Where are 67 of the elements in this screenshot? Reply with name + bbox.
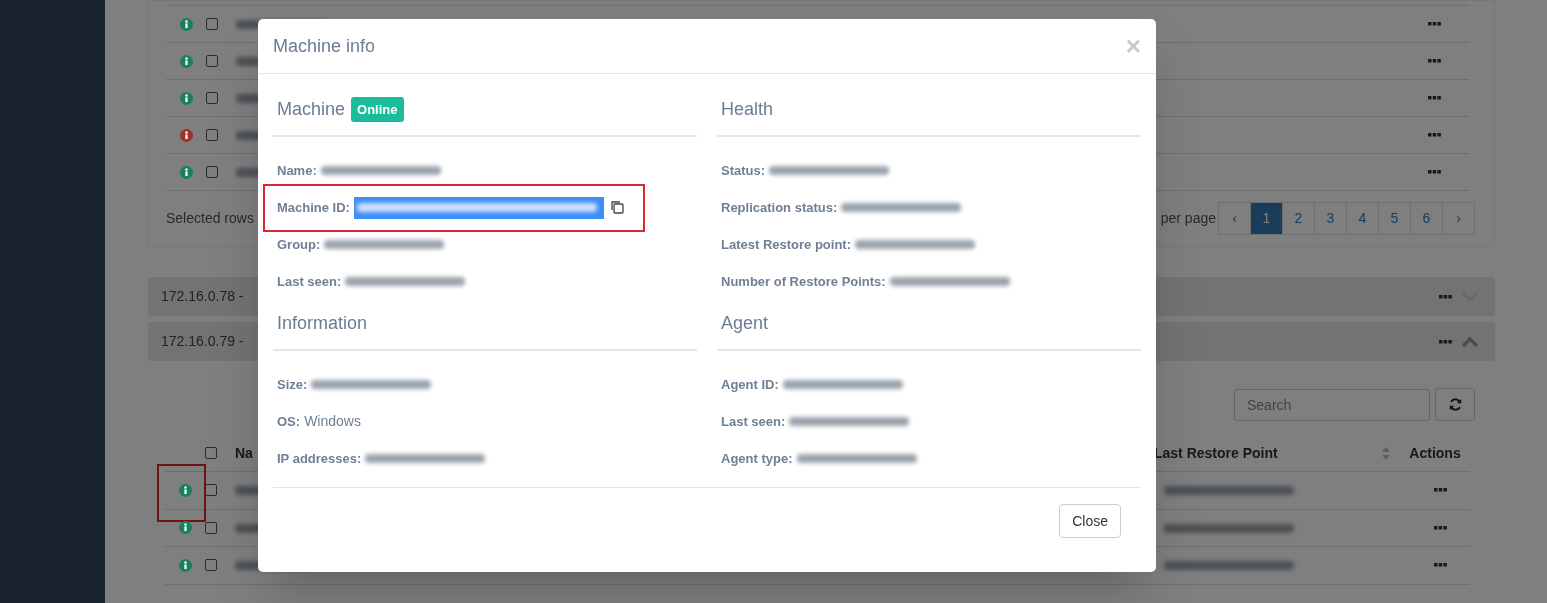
section-heading: Information <box>276 312 368 335</box>
column-header: Actions <box>1408 443 1462 463</box>
field-label: IP addresses: <box>277 449 362 468</box>
more-icon[interactable] <box>1427 133 1441 137</box>
more-icon[interactable] <box>1427 170 1441 174</box>
section-heading: Machine <box>276 98 346 121</box>
field-label: Agent type: <box>721 449 793 468</box>
page-button[interactable]: 2 <box>1282 202 1315 235</box>
info-icon[interactable] <box>179 91 193 105</box>
field-label: Group: <box>277 235 321 254</box>
more-icon[interactable] <box>1439 339 1452 344</box>
more-icon[interactable] <box>1427 59 1441 63</box>
selected-rows-label: Selected rows <box>166 209 254 228</box>
page-button[interactable]: 6 <box>1410 202 1443 235</box>
checkbox[interactable] <box>206 129 218 141</box>
checkbox[interactable] <box>205 559 217 572</box>
field-label: Agent ID: <box>721 375 779 394</box>
group-title: 172.16.0.78 - <box>161 287 245 306</box>
column-header: Na <box>235 443 253 463</box>
checkbox[interactable] <box>206 55 218 67</box>
field-label: Status: <box>721 161 766 180</box>
page-button[interactable]: 1 <box>1250 202 1283 235</box>
checkbox[interactable] <box>205 447 217 459</box>
field-label: Name: <box>277 161 317 180</box>
section-heading: Health <box>720 98 774 121</box>
info-icon[interactable] <box>178 521 192 535</box>
field-label: Last seen: <box>721 412 786 431</box>
info-icon[interactable] <box>179 17 193 31</box>
info-icon[interactable] <box>179 165 193 179</box>
page-button[interactable]: 4 <box>1346 202 1379 235</box>
info-icon[interactable] <box>178 483 192 497</box>
field-label: Machine ID: <box>277 198 350 217</box>
field-value: Windows <box>304 412 361 431</box>
field-label: OS: <box>277 412 301 431</box>
page-button[interactable]: 3 <box>1314 202 1347 235</box>
checkbox[interactable] <box>206 18 218 30</box>
field-label: Size: <box>277 375 308 394</box>
info-icon[interactable] <box>179 128 193 142</box>
search-field[interactable]: Search <box>1234 388 1430 421</box>
field-label: Replication status: <box>721 198 838 217</box>
field-label: Last seen: <box>277 272 342 291</box>
info-icon[interactable] <box>179 54 193 68</box>
field-label: Latest Restore point: <box>721 235 851 254</box>
field-label: Number of Restore Points: <box>721 272 886 291</box>
status-badge: Online <box>351 96 404 123</box>
refresh-icon <box>1447 397 1463 412</box>
copy-icon[interactable] <box>609 200 625 215</box>
section-heading: Agent <box>720 312 769 335</box>
info-icon[interactable] <box>178 558 192 572</box>
per-page-label: per page <box>1160 209 1216 228</box>
checkbox[interactable] <box>206 166 218 178</box>
more-icon[interactable] <box>1427 96 1441 100</box>
page-button[interactable]: ‹ <box>1218 202 1251 235</box>
more-icon[interactable] <box>1433 525 1447 530</box>
close-button[interactable]: Close <box>1059 504 1121 538</box>
more-icon[interactable] <box>1427 22 1441 26</box>
more-icon[interactable] <box>1433 488 1447 493</box>
refresh-button[interactable] <box>1435 388 1475 421</box>
close-button[interactable]: × <box>1125 33 1141 59</box>
checkbox[interactable] <box>206 92 218 104</box>
page-button[interactable]: 5 <box>1378 202 1411 235</box>
page-button[interactable]: › <box>1442 202 1475 235</box>
checkbox[interactable] <box>205 521 217 534</box>
more-icon[interactable] <box>1433 563 1447 568</box>
more-icon[interactable] <box>1439 294 1452 299</box>
modal-title: Machine info <box>273 34 377 58</box>
group-title: 172.16.0.79 - <box>161 332 245 351</box>
